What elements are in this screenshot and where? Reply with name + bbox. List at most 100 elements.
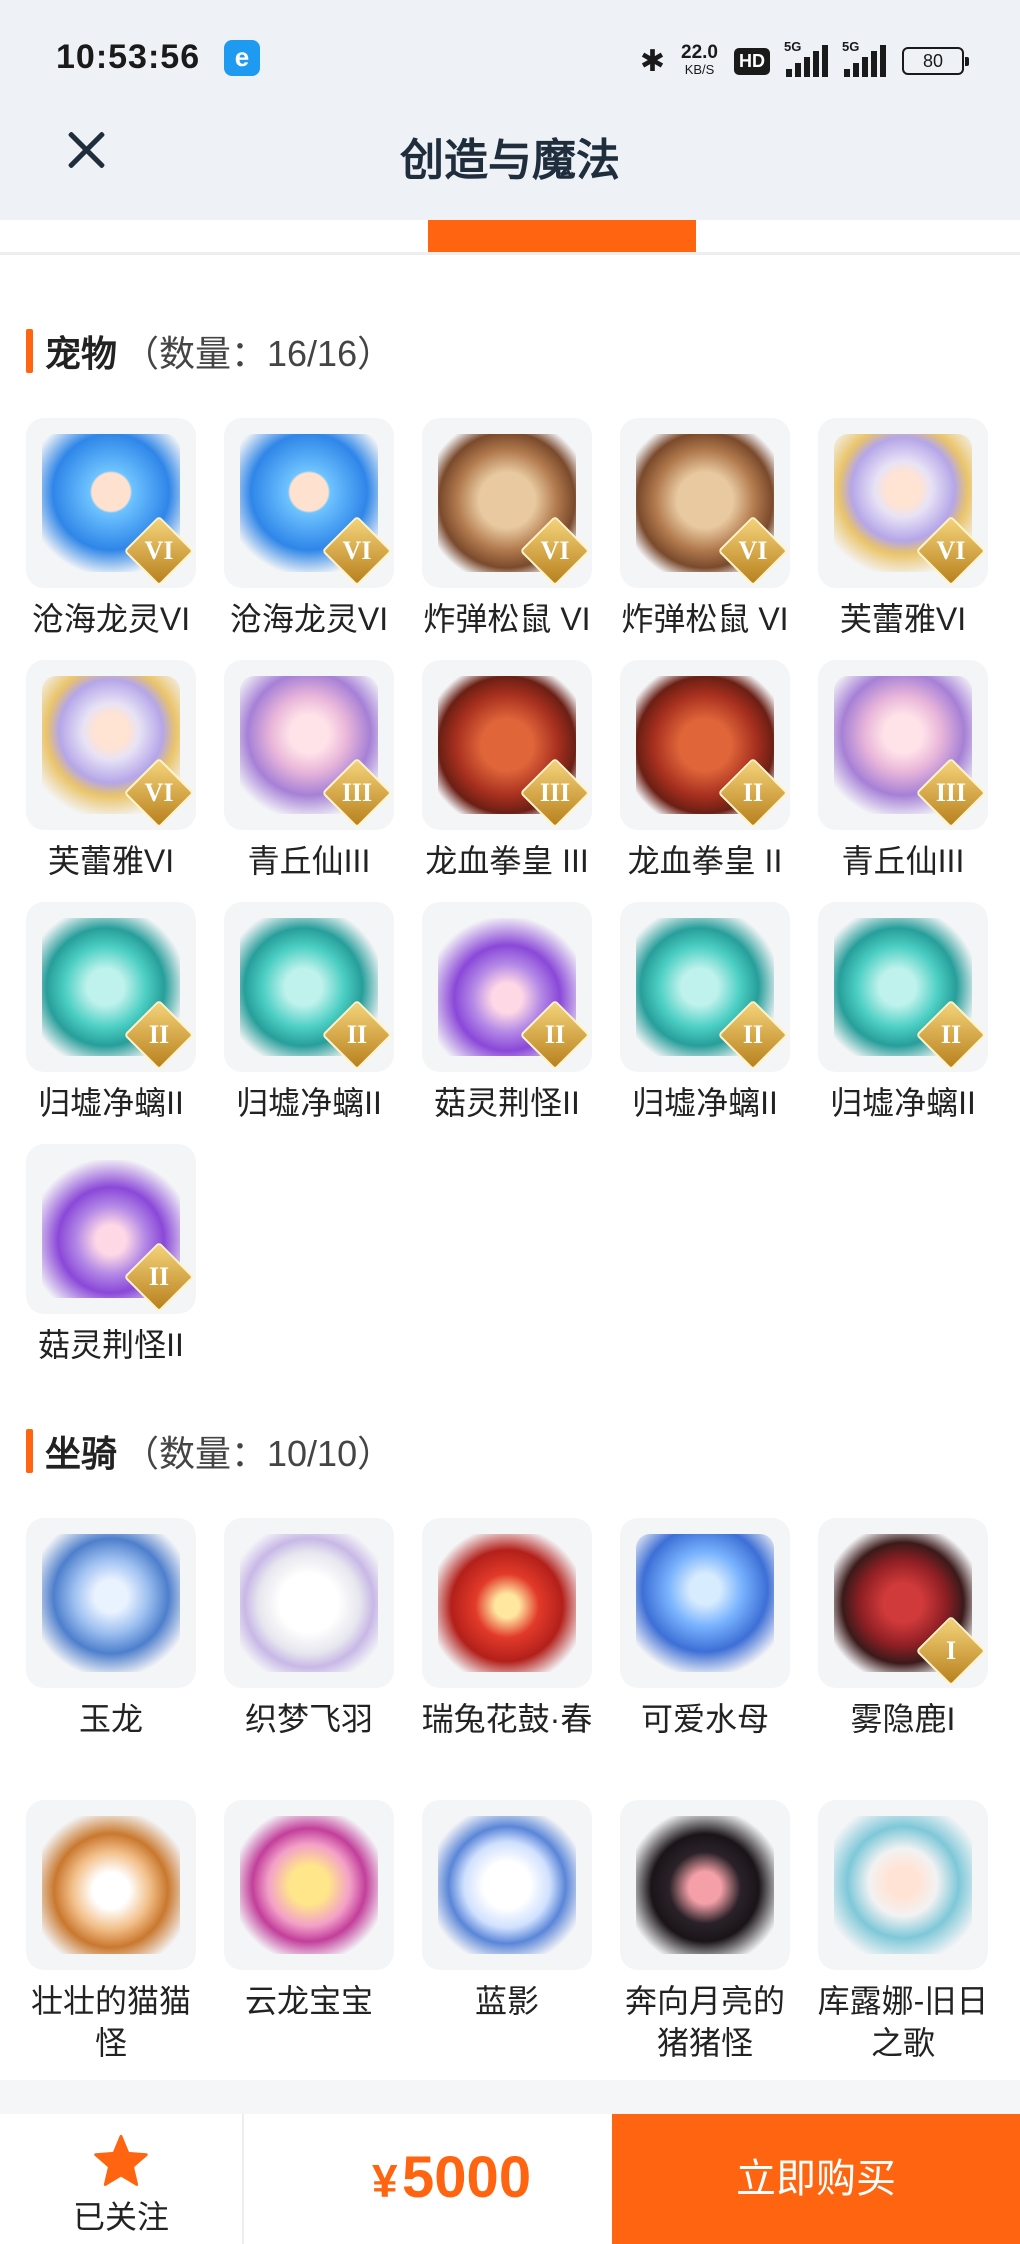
item-image — [240, 1816, 378, 1954]
signal-icon: 5G — [784, 39, 828, 77]
item-name: 瑞兔花鼓·春 — [421, 1701, 593, 1737]
section-marker — [26, 329, 33, 373]
signal-icon: 5G — [842, 39, 886, 77]
status-bar: 10:53:56 e ✱ 22.0 KB/S HD 5G 5G 80 — [0, 0, 1020, 110]
mount-card[interactable]: 奔向月亮的猪猪怪 — [620, 1800, 790, 2082]
item-thumbnail: II — [422, 902, 592, 1072]
item-name: 青丘仙III — [247, 843, 371, 879]
item-name: 蓝影 — [474, 1983, 539, 2019]
item-thumbnail: II — [620, 902, 790, 1072]
item-image — [438, 1816, 576, 1954]
pet-card[interactable]: VI 炸弹松鼠 VI — [422, 418, 592, 660]
pet-card[interactable]: II 归墟净螭II — [224, 902, 394, 1144]
signal-label: 5G — [784, 39, 802, 54]
rank-label: VI — [144, 778, 174, 807]
mount-card[interactable]: 壮壮的猫猫怪 — [26, 1800, 196, 2082]
item-thumbnail — [224, 1518, 394, 1688]
item-name: 菇灵荆怪II — [434, 1085, 580, 1121]
pet-card[interactable]: II 归墟净螭II — [26, 902, 196, 1144]
item-image — [240, 1534, 378, 1672]
item-thumbnail: VI — [26, 660, 196, 830]
mount-card[interactable]: I 雾隐鹿I — [818, 1518, 988, 1800]
section-title-pets: 宠物 （数量：16/16） — [26, 328, 393, 374]
item-thumbnail: II — [26, 1144, 196, 1314]
rank-label: II — [742, 778, 764, 807]
item-thumbnail: VI — [422, 418, 592, 588]
item-name: 库露娜-旧日之歌 — [817, 1983, 989, 2061]
mount-card[interactable]: 库露娜-旧日之歌 — [818, 1800, 988, 2082]
item-thumbnail: VI — [620, 418, 790, 588]
pet-card[interactable]: VI 沧海龙灵VI — [26, 418, 196, 660]
follow-label: 已关注 — [72, 2199, 169, 2235]
item-thumbnail — [620, 1800, 790, 1970]
pet-card[interactable]: II 菇灵荆怪II — [422, 902, 592, 1144]
tab-indicator — [428, 220, 696, 252]
network-speed-value: 22.0 — [681, 42, 718, 63]
item-thumbnail: III — [818, 660, 988, 830]
item-image — [834, 1816, 972, 1954]
item-name: 芙蕾雅VI — [839, 601, 967, 637]
item-thumbnail — [422, 1800, 592, 1970]
section-count: （数量：16/16） — [123, 333, 394, 374]
item-thumbnail: II — [224, 902, 394, 1072]
mount-card[interactable]: 玉龙 — [26, 1518, 196, 1800]
section-name: 宠物 — [45, 333, 118, 374]
pet-card[interactable]: III 龙血拳皇 III — [422, 660, 592, 902]
pet-card[interactable]: II 归墟净螭II — [818, 902, 988, 1144]
section-title-mounts: 坐骑 （数量：10/10） — [26, 1428, 393, 1474]
item-image — [438, 1534, 576, 1672]
item-thumbnail: I — [818, 1518, 988, 1688]
item-name: 雾隐鹿I — [850, 1701, 956, 1737]
buy-now-button[interactable]: 立即购买 — [612, 2114, 1020, 2244]
pet-card[interactable]: II 归墟净螭II — [620, 902, 790, 1144]
item-name: 归墟净螭II — [632, 1085, 778, 1121]
pet-card[interactable]: VI 芙蕾雅VI — [818, 418, 988, 660]
item-thumbnail: III — [422, 660, 592, 830]
item-name: 沧海龙灵VI — [229, 601, 389, 637]
mount-card[interactable]: 可爱水母 — [620, 1518, 790, 1800]
item-name: 归墟净螭II — [830, 1085, 976, 1121]
item-name: 归墟净螭II — [236, 1085, 382, 1121]
hd-badge: HD — [734, 47, 770, 75]
rank-label: III — [341, 778, 373, 807]
signal-label: 5G — [842, 39, 860, 54]
item-name: 可爱水母 — [640, 1701, 769, 1737]
item-thumbnail — [620, 1518, 790, 1688]
item-thumbnail — [26, 1800, 196, 1970]
pet-card[interactable]: II 菇灵荆怪II — [26, 1144, 196, 1386]
item-thumbnail: VI — [818, 418, 988, 588]
item-thumbnail: II — [818, 902, 988, 1072]
item-thumbnail: VI — [26, 418, 196, 588]
rank-label: II — [148, 1020, 170, 1049]
item-thumbnail — [818, 1800, 988, 1970]
pet-card[interactable]: II 龙血拳皇 II — [620, 660, 790, 902]
price: ¥ 5000 — [372, 2144, 531, 2211]
star-icon — [94, 2134, 148, 2186]
currency-symbol: ¥ — [372, 2155, 398, 2207]
pet-card[interactable]: III 青丘仙III — [224, 660, 394, 902]
pet-card[interactable]: VI 炸弹松鼠 VI — [620, 418, 790, 660]
system-icons: ✱ 22.0 KB/S HD 5G 5G 80 — [639, 36, 969, 86]
rank-label: I — [945, 1636, 957, 1665]
bluetooth-icon: ✱ — [639, 44, 666, 78]
mount-card[interactable]: 蓝影 — [422, 1800, 592, 2082]
pet-card[interactable]: VI 芙蕾雅VI — [26, 660, 196, 902]
item-image — [42, 1816, 180, 1954]
mount-card[interactable]: 织梦飞羽 — [224, 1518, 394, 1800]
pet-card[interactable]: III 青丘仙III — [818, 660, 988, 902]
item-name: 归墟净螭II — [38, 1085, 184, 1121]
rank-label: II — [148, 1262, 170, 1291]
mount-card[interactable]: 瑞兔花鼓·春 — [422, 1518, 592, 1800]
item-name: 龙血拳皇 II — [627, 843, 783, 879]
section-count: （数量：10/10） — [123, 1433, 394, 1474]
item-name: 玉龙 — [78, 1701, 143, 1737]
follow-button[interactable]: 已关注 — [0, 2114, 244, 2244]
mount-card[interactable]: 云龙宝宝 — [224, 1800, 394, 2082]
item-image — [636, 1816, 774, 1954]
rank-label: II — [742, 1020, 764, 1049]
clock: 10:53:56 — [56, 38, 201, 76]
pet-card[interactable]: VI 沧海龙灵VI — [224, 418, 394, 660]
item-name: 壮壮的猫猫怪 — [30, 1983, 191, 2061]
item-name: 青丘仙III — [841, 843, 965, 879]
item-name: 奔向月亮的猪猪怪 — [624, 1983, 785, 2061]
